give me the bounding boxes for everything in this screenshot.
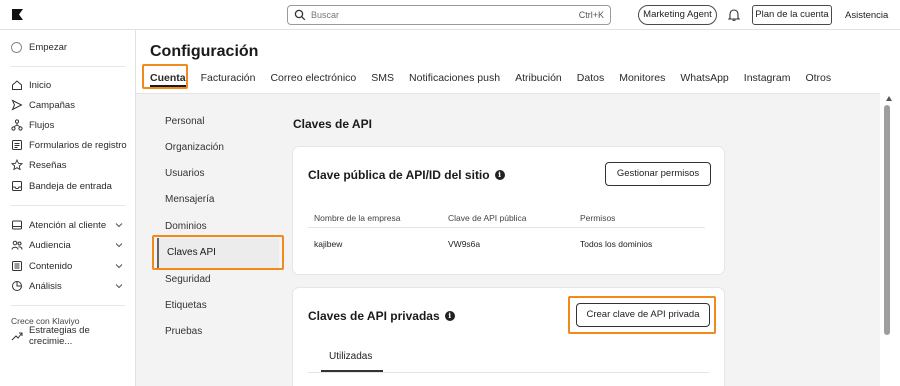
sidebar-item-label: Inicio: [29, 79, 52, 91]
plan-button[interactable]: Plan de la cuenta: [752, 5, 832, 25]
sidebar-item-label: Estrategias de crecimie...: [29, 325, 90, 347]
subnav-tags[interactable]: Etiquetas: [165, 300, 207, 311]
chevron-down-icon: [115, 243, 123, 248]
sidebar-item-start[interactable]: Empezar: [11, 40, 129, 54]
divider: [11, 205, 125, 206]
sidebar-item-label: Campañas: [29, 99, 75, 111]
sidebar-item-label: Empezar: [29, 41, 68, 53]
private-keys-title: Claves de API privadas i: [308, 309, 455, 323]
tab-push[interactable]: Notificaciones push: [409, 71, 500, 91]
content-icon: [12, 261, 22, 271]
chevron-down-icon: [115, 223, 123, 228]
analytics-icon: [12, 281, 22, 291]
column-header: Nombre de la empresa: [314, 213, 401, 223]
scroll-up-arrow-icon[interactable]: [886, 96, 892, 101]
sidebar-item-forms[interactable]: Formularios de registro: [11, 138, 129, 152]
settings-tabs: Cuenta Facturación Correo electrónico SM…: [150, 71, 846, 93]
section-title: Claves de API: [293, 117, 372, 131]
search-shortcut: Ctrl+K: [578, 10, 604, 20]
sidebar-item-home[interactable]: Inicio: [11, 78, 129, 92]
sidebar-item-label: Audiencia: [29, 239, 71, 251]
scrollbar[interactable]: [880, 93, 900, 386]
sidebar-item-content[interactable]: Contenido: [11, 259, 129, 273]
tab-whatsapp[interactable]: WhatsApp: [680, 71, 728, 91]
sidebar-item-strategies[interactable]: Estrategias de crecimie...: [11, 325, 129, 347]
card-title-text: Clave pública de API/ID del sitio: [308, 168, 490, 182]
info-icon[interactable]: i: [494, 170, 505, 180]
sidebar-item-label: Análisis: [29, 280, 62, 292]
chevron-down-icon: [115, 264, 123, 269]
scroll-thumb[interactable]: [884, 105, 890, 335]
tab-used[interactable]: Utilizadas: [329, 351, 372, 362]
sidebar-item-reviews[interactable]: Reseñas: [11, 158, 129, 172]
tab-attribution[interactable]: Atribución: [515, 71, 562, 91]
highlight-box: [568, 296, 716, 334]
public-key-card: Clave pública de API/ID del sitio i Gest…: [293, 147, 724, 274]
top-bar: Buscar Ctrl+K Marketing Agent Plan de la…: [0, 0, 900, 30]
column-header: Permisos: [580, 213, 616, 223]
tab-instagram[interactable]: Instagram: [744, 71, 791, 91]
form-icon: [12, 140, 22, 150]
marketing-agent-button[interactable]: Marketing Agent: [638, 5, 717, 25]
support-icon: [12, 220, 22, 230]
manage-permissions-button[interactable]: Gestionar permisos: [605, 162, 711, 186]
subnav-personal[interactable]: Personal: [165, 116, 204, 127]
help-link[interactable]: Asistencia: [845, 10, 888, 21]
sidebar-item-support[interactable]: Atención al cliente: [11, 218, 129, 232]
bell-icon[interactable]: [727, 8, 741, 22]
trend-up-icon: [11, 332, 23, 341]
subnav-security[interactable]: Seguridad: [165, 274, 211, 285]
column-header: Clave de API pública: [448, 213, 527, 223]
subnav-organization[interactable]: Organización: [165, 142, 224, 153]
sidebar-item-label: Reseñas: [29, 159, 67, 171]
divider: [11, 305, 125, 306]
permissions-value: Todos los dominios: [580, 239, 653, 249]
klaviyo-logo-icon[interactable]: [12, 9, 23, 20]
star-icon: [11, 159, 23, 171]
tab-monitors[interactable]: Monitores: [619, 71, 665, 91]
divider: [308, 227, 705, 228]
search-placeholder: Buscar: [311, 10, 340, 20]
highlight-box: [152, 235, 284, 270]
sidebar-item-label: Flujos: [29, 119, 55, 131]
chevron-down-icon: [115, 284, 123, 289]
subnav-users[interactable]: Usuarios: [165, 168, 204, 179]
audience-icon: [11, 240, 23, 250]
tab-sms[interactable]: SMS: [371, 71, 394, 91]
inbox-icon: [12, 181, 22, 191]
tab-email[interactable]: Correo electrónico: [270, 71, 356, 91]
send-icon: [11, 99, 23, 111]
flow-icon: [11, 119, 23, 131]
sidebar-item-label: Bandeja de entrada: [29, 180, 112, 192]
sidebar-item-label: Contenido: [29, 260, 73, 272]
home-icon: [12, 80, 22, 90]
card-title-text: Claves de API privadas: [308, 309, 440, 323]
sidebar-item-audience[interactable]: Audiencia: [11, 238, 129, 252]
sidebar-item-analytics[interactable]: Análisis: [11, 279, 129, 293]
search-input[interactable]: Buscar Ctrl+K: [287, 5, 611, 25]
info-icon[interactable]: i: [444, 311, 455, 321]
divider: [11, 66, 125, 67]
subnav-tests[interactable]: Pruebas: [165, 326, 202, 337]
sidebar: Empezar Inicio Campañas Flujos Formulari…: [0, 30, 136, 386]
page-title: Configuración: [150, 43, 259, 60]
tab-billing[interactable]: Facturación: [201, 71, 256, 91]
public-key-title: Clave pública de API/ID del sitio i: [308, 168, 505, 182]
tab-data[interactable]: Datos: [577, 71, 604, 91]
public-api-key[interactable]: VW9s6a: [448, 239, 480, 249]
progress-circle-icon: [11, 41, 22, 53]
sidebar-item-campaigns[interactable]: Campañas: [11, 98, 129, 112]
search-icon: [294, 9, 306, 21]
divider: [308, 372, 709, 373]
sidebar-item-label: Formularios de registro: [29, 139, 127, 151]
subnav-messaging[interactable]: Mensajería: [165, 194, 214, 205]
subnav-domains[interactable]: Dominios: [165, 221, 207, 232]
highlight-box: [142, 64, 188, 89]
sidebar-item-flows[interactable]: Flujos: [11, 118, 129, 132]
sidebar-item-inbox[interactable]: Bandeja de entrada: [11, 179, 129, 193]
company-name: kajibew: [314, 239, 343, 249]
sidebar-item-label: Atención al cliente: [29, 219, 107, 231]
tab-others[interactable]: Otros: [805, 71, 831, 91]
